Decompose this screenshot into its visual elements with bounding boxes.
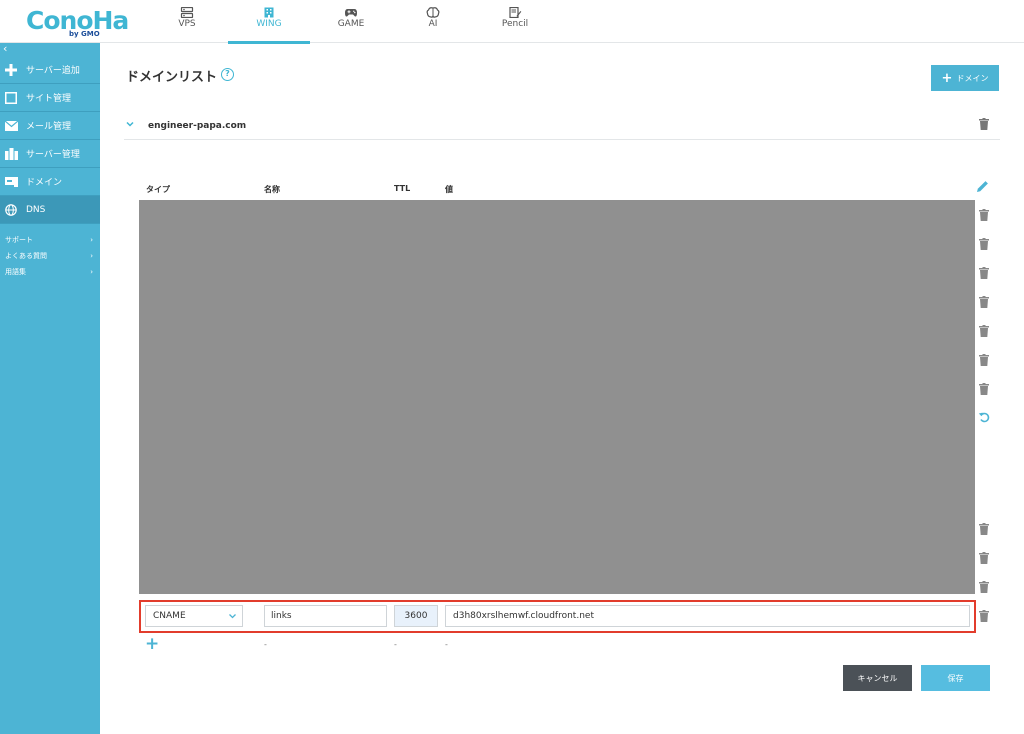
top-bar: ConoHa by GMO VPS WING GAME AI Pencil xyxy=(0,0,1024,44)
sidebar-link-label: よくある質問 xyxy=(5,252,47,260)
placeholder-dash: - xyxy=(394,640,397,649)
pencil-note-icon xyxy=(509,7,522,18)
trash-icon[interactable] xyxy=(979,325,989,337)
column-header-name: 名称 xyxy=(264,185,280,194)
sidebar-item-mail-manage[interactable]: メール管理 xyxy=(0,112,100,140)
globe-icon xyxy=(4,203,18,217)
placeholder-dash: - xyxy=(264,640,267,649)
column-header-type: タイプ xyxy=(146,185,170,194)
record-name-input[interactable]: links xyxy=(264,605,387,627)
redacted-records-area xyxy=(139,200,975,594)
plus-icon xyxy=(4,63,18,77)
sidebar-link-label: サポート xyxy=(5,236,33,244)
sidebar-link-label: 用語集 xyxy=(5,268,26,276)
help-icon[interactable]: ? xyxy=(221,68,234,81)
domain-name: engineer-papa.com xyxy=(148,121,247,131)
topnav-vps-label: VPS xyxy=(178,19,196,29)
logo-sub-text: by GMO xyxy=(69,30,100,38)
collapse-sidebar-icon[interactable]: ‹ xyxy=(3,43,7,55)
sidebar-item-add-server[interactable]: サーバー追加 xyxy=(0,56,100,84)
undo-icon[interactable] xyxy=(978,411,990,423)
trash-icon[interactable] xyxy=(979,296,989,308)
chevron-down-icon[interactable] xyxy=(126,120,134,128)
plus-icon: + xyxy=(941,70,953,86)
sidebar-link-glossary[interactable]: 用語集 › xyxy=(5,265,93,279)
add-domain-button[interactable]: + ドメイン xyxy=(931,65,999,91)
add-record-button[interactable]: + xyxy=(145,636,159,653)
sidebar-item-domain[interactable]: ドメイン xyxy=(0,168,100,196)
column-header-value: 値 xyxy=(445,185,453,194)
chevron-right-icon: › xyxy=(90,268,93,276)
sidebar-item-label: サーバー追加 xyxy=(26,66,80,76)
page-title: ドメインリスト xyxy=(126,70,218,85)
sidebar-item-label: DNS xyxy=(26,204,46,215)
sidebar-link-support[interactable]: サポート › xyxy=(5,233,93,247)
sidebar-item-label: メール管理 xyxy=(26,122,72,132)
sidebar-item-site-manage[interactable]: サイト管理 xyxy=(0,84,100,112)
trash-icon[interactable] xyxy=(979,552,989,564)
topnav-vps[interactable]: VPS xyxy=(146,0,228,43)
brain-icon xyxy=(426,7,440,18)
sidebar-link-faq[interactable]: よくある質問 › xyxy=(5,249,93,263)
cancel-button[interactable]: キャンセル xyxy=(843,665,912,691)
chevron-right-icon: › xyxy=(90,236,93,244)
mail-icon xyxy=(4,119,18,133)
chevron-down-icon xyxy=(229,614,236,619)
edit-pencil-icon[interactable] xyxy=(976,180,989,193)
record-ttl-input[interactable]: 3600 xyxy=(394,605,438,627)
sidebar-item-dns[interactable]: DNS xyxy=(0,196,100,224)
building-icon xyxy=(264,7,274,18)
trash-icon[interactable] xyxy=(979,118,989,130)
domain-icon xyxy=(4,175,18,189)
sidebar-item-label: サーバー管理 xyxy=(26,150,80,160)
server-manage-icon xyxy=(4,147,18,161)
trash-icon[interactable] xyxy=(979,581,989,593)
gamepad-icon xyxy=(345,9,357,17)
chevron-right-icon: › xyxy=(90,252,93,260)
add-domain-label: ドメイン xyxy=(956,73,989,83)
record-type-value: CNAME xyxy=(153,611,186,621)
topnav-game[interactable]: GAME xyxy=(310,0,392,43)
conoha-dns-page: ConoHa by GMO VPS WING GAME AI Pencil ‹ … xyxy=(0,0,1024,734)
trash-icon[interactable] xyxy=(979,523,989,535)
trash-icon[interactable] xyxy=(979,383,989,395)
sidebar-item-label: ドメイン xyxy=(26,178,63,188)
topnav-pencil[interactable]: Pencil xyxy=(474,0,556,43)
trash-icon[interactable] xyxy=(979,209,989,221)
column-header-ttl: TTL xyxy=(394,184,411,193)
window-icon xyxy=(4,91,18,105)
sidebar-item-label: サイト管理 xyxy=(26,94,72,104)
record-type-select[interactable]: CNAME xyxy=(145,605,243,627)
server-icon xyxy=(180,7,194,18)
placeholder-dash: - xyxy=(445,640,448,649)
topnav-wing-label: WING xyxy=(256,19,282,29)
save-button[interactable]: 保存 xyxy=(921,665,990,691)
top-nav: VPS WING GAME AI Pencil xyxy=(146,0,556,44)
topnav-game-label: GAME xyxy=(337,19,365,29)
sidebar: ‹ サーバー追加 サイト管理 メール管理 サーバー管理 ドメイン DNS サポー… xyxy=(0,43,100,734)
topnav-ai-label: AI xyxy=(428,19,438,29)
record-value-input[interactable]: d3h80xrslhemwf.cloudfront.net xyxy=(445,605,970,627)
trash-icon[interactable] xyxy=(979,267,989,279)
trash-icon[interactable] xyxy=(979,238,989,250)
topnav-wing[interactable]: WING xyxy=(228,0,310,44)
topnav-ai[interactable]: AI xyxy=(392,0,474,43)
trash-icon[interactable] xyxy=(979,354,989,366)
domain-row[interactable]: engineer-papa.com xyxy=(124,112,1000,140)
trash-icon[interactable] xyxy=(979,610,989,622)
sidebar-item-server-manage[interactable]: サーバー管理 xyxy=(0,140,100,168)
topnav-pencil-label: Pencil xyxy=(501,19,529,29)
conoha-logo[interactable]: ConoHa by GMO xyxy=(26,6,129,38)
